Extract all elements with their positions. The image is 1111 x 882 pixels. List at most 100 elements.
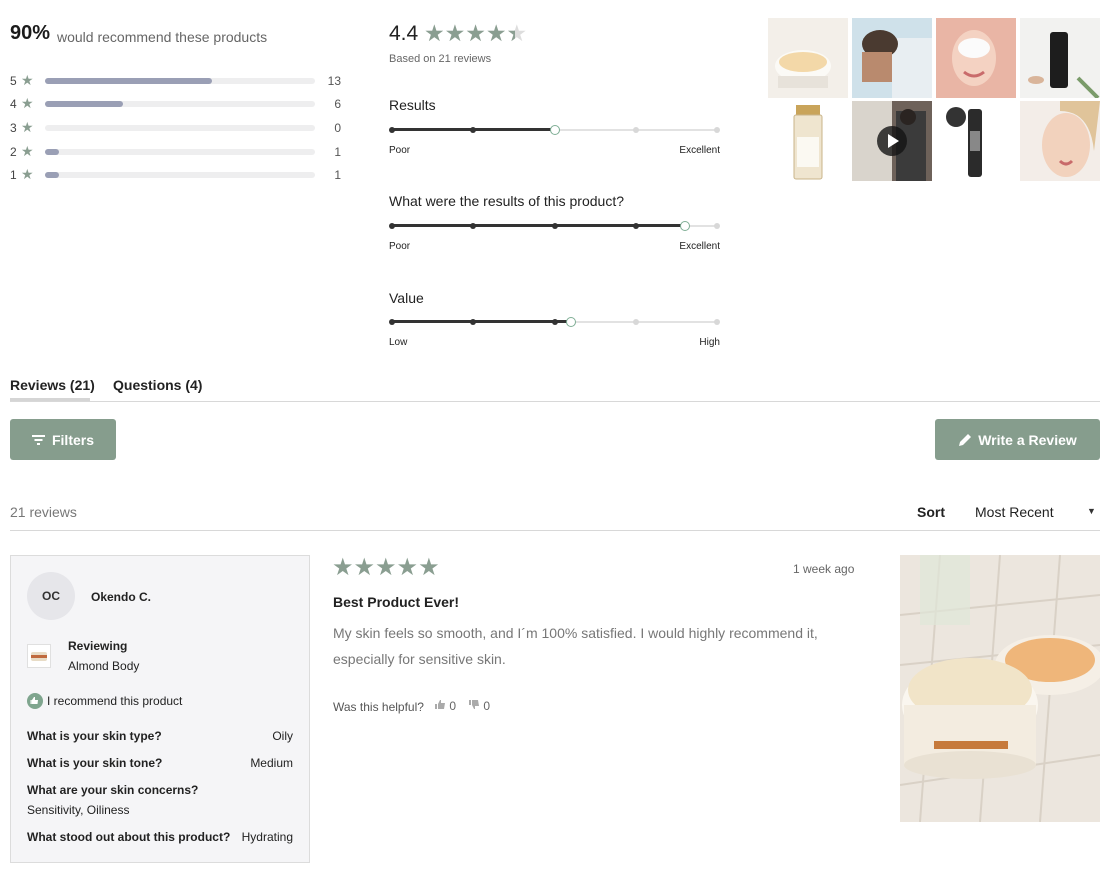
reviewing-label: Reviewing: [68, 639, 128, 653]
rating-bar: [45, 125, 315, 131]
rating-row-4[interactable]: 4 ★ 6: [10, 95, 345, 113]
gallery-video-thumb[interactable]: [852, 101, 932, 181]
recommend-percentage: 90%: [10, 22, 51, 44]
star-icon: ★: [21, 143, 34, 159]
slider-tick: [551, 223, 558, 229]
filter-icon: [31, 434, 45, 445]
slider-tick: [714, 127, 720, 133]
slider-high-label: Excellent: [679, 241, 720, 252]
review-body: My skin feels so smooth, and I´m 100% sa…: [333, 625, 818, 667]
gallery-thumb[interactable]: [1020, 18, 1100, 98]
slider-tick: [632, 127, 639, 133]
rating-row-2[interactable]: 2 ★ 1: [10, 143, 345, 161]
rating-row-star-number: 2: [10, 145, 17, 159]
slider-tick: [470, 319, 477, 325]
sort-select[interactable]: Most Recent: [975, 504, 1054, 520]
recommend-statement: I recommend this product: [47, 694, 183, 708]
reviewer-name: Okendo C.: [91, 590, 152, 604]
attribute-title: Results: [389, 97, 436, 113]
star-icon: ★: [21, 166, 34, 182]
rating-row-star-number: 5: [10, 74, 17, 88]
chevron-down-icon[interactable]: ▼: [1087, 506, 1096, 516]
slider-high-label: Excellent: [679, 145, 720, 156]
rating-row-star-number: 4: [10, 97, 17, 111]
list-divider: [10, 530, 1100, 531]
slider-tick: [632, 319, 639, 325]
rating-bar: [45, 172, 315, 178]
slider-marker: [549, 125, 560, 135]
reviewer-card: OC Okendo C. Reviewing Almond Body I rec…: [10, 555, 310, 863]
gallery-thumb[interactable]: [852, 18, 932, 98]
recommend-text: would recommend these products: [57, 29, 268, 45]
rating-row-star-number: 1: [10, 168, 17, 182]
rating-bar-fill: [45, 172, 59, 178]
attribute-question: What are your skin concerns?: [27, 783, 199, 797]
rating-row-star-number: 3: [10, 121, 17, 135]
slider-tick: [714, 223, 720, 229]
attribute-question: What stood out about this product?: [27, 830, 231, 844]
attribute-question: What is your skin tone?: [27, 756, 163, 770]
slider-tick: [632, 223, 639, 229]
downvote-count: 0: [483, 699, 491, 713]
rating-row-3[interactable]: 3 ★ 0: [10, 119, 345, 137]
review-date: 1 week ago: [793, 562, 855, 576]
slider-low-label: Poor: [389, 145, 411, 156]
rating-row-count: 1: [334, 145, 341, 159]
slider-tick: [470, 127, 477, 133]
attribute-answer: Oily: [272, 729, 293, 743]
attribute-answer: Hydrating: [241, 830, 293, 844]
filters-label: Filters: [51, 431, 94, 448]
slider-tick: [389, 127, 395, 133]
attribute-answer: Sensitivity, Oiliness: [27, 803, 130, 817]
thumbs-down-icon: [469, 700, 479, 709]
star-icon: ★: [21, 72, 34, 88]
review-count: 21 reviews: [10, 504, 77, 520]
write-review-label: Write a Review: [978, 431, 1077, 448]
slider-marker: [679, 221, 690, 231]
helpful-label: Was this helpful?: [333, 700, 424, 714]
rating-row-1[interactable]: 1 ★ 1: [10, 166, 345, 184]
rating-row-count: 6: [334, 97, 341, 111]
rating-row-count: 13: [327, 74, 341, 88]
gallery-thumb[interactable]: [936, 101, 1016, 181]
rating-bar: [45, 101, 315, 107]
star-icon: ★: [21, 119, 34, 135]
star-icon: ★: [21, 95, 34, 111]
write-review-button[interactable]: Write a Review: [935, 419, 1100, 460]
thumbs-up-icon: [27, 693, 43, 709]
rating-row-5[interactable]: 5 ★ 13: [10, 72, 345, 90]
review-stars: ★★★★★: [332, 554, 440, 581]
upvote-button[interactable]: 0: [434, 699, 456, 713]
gallery-thumb[interactable]: [768, 18, 848, 98]
gallery-thumb[interactable]: [1020, 101, 1100, 181]
rating-bar: [45, 149, 315, 155]
average-rating: 4.4: [389, 22, 419, 45]
review-title: Best Product Ever!: [333, 594, 460, 610]
tabs-divider: [10, 401, 1100, 402]
product-thumbnail[interactable]: [27, 644, 51, 668]
rating-row-count: 0: [334, 121, 341, 135]
attribute-answer: Medium: [250, 756, 293, 770]
slider-tick: [551, 319, 558, 325]
rating-bar-fill: [45, 149, 59, 155]
based-on-count: Based on 21 reviews: [389, 53, 492, 65]
attribute-slider: [389, 317, 720, 327]
downvote-button[interactable]: 0: [468, 699, 490, 713]
reviewed-product[interactable]: Almond Body: [68, 659, 139, 673]
play-icon[interactable]: [877, 126, 907, 156]
attribute-slider: [389, 125, 720, 135]
slider-marker: [565, 317, 576, 327]
attribute-question: What is your skin type?: [27, 729, 162, 743]
slider-low-label: Low: [389, 337, 408, 348]
gallery-thumb[interactable]: [768, 101, 848, 181]
average-stars: ★★★★★ ★★★★★: [424, 20, 528, 46]
review-photo[interactable]: [900, 555, 1100, 822]
gallery-thumb[interactable]: [936, 18, 1016, 98]
filters-button[interactable]: Filters: [10, 419, 116, 460]
tab-reviews[interactable]: Reviews (21): [10, 377, 95, 393]
rating-bar: [45, 78, 315, 84]
slider-tick: [389, 319, 395, 325]
rating-bar-fill: [45, 78, 213, 84]
slider-tick: [714, 319, 720, 325]
tab-questions[interactable]: Questions (4): [113, 377, 202, 393]
